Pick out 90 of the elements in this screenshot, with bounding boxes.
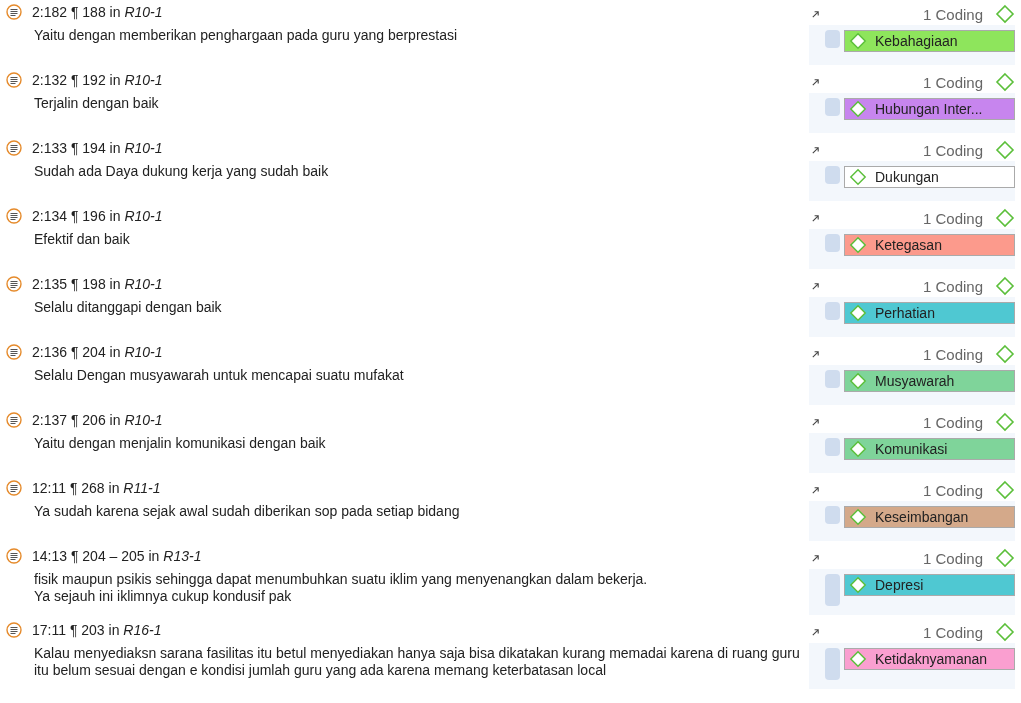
quote-icon <box>6 344 22 360</box>
coding-count: 1 Coding <box>922 141 983 159</box>
code-diamond-icon <box>849 650 867 668</box>
quote-reference[interactable]: 12:11 ¶ 268 in R11-1 <box>32 480 161 496</box>
coding-count: 1 Coding <box>922 549 983 567</box>
expand-arrow-icon[interactable] <box>811 9 820 19</box>
handle[interactable] <box>825 574 840 606</box>
code-name: Kebahagiaan <box>875 33 958 49</box>
coding-count: 1 Coding <box>922 209 983 227</box>
quote-text: Sudah ada Daya dukung kerja yang sudah baik <box>33 163 330 180</box>
code-diamond-icon <box>849 304 867 322</box>
expand-arrow-icon[interactable] <box>811 145 820 155</box>
code-diamond-icon <box>849 576 867 594</box>
quote-icon <box>6 276 22 292</box>
quote-text: Terjalin dengan baik <box>33 95 160 112</box>
code-tag[interactable]: Komunikasi <box>844 438 1015 460</box>
quote-text: Ya sudah karena sejak awal sudah diberikan sop pada setiap bidang <box>33 503 461 520</box>
expand-arrow-icon[interactable] <box>811 417 820 427</box>
quote-text: Selalu ditanggapi dengan baik <box>33 299 223 316</box>
code-name: Perhatian <box>875 305 935 321</box>
code-tag[interactable]: Keseimbangan <box>844 506 1015 528</box>
code-diamond-icon <box>849 440 867 458</box>
expand-arrow-icon[interactable] <box>811 553 820 563</box>
handle[interactable] <box>825 234 840 252</box>
quote-icon <box>6 622 22 638</box>
code-tag[interactable]: Dukungan <box>844 166 1015 188</box>
quote-reference[interactable]: 2:134 ¶ 196 in R10-1 <box>32 208 163 224</box>
quote-icon <box>6 412 22 428</box>
code-diamond-icon <box>849 32 867 50</box>
expand-arrow-icon[interactable] <box>811 485 820 495</box>
quote-text: Yaitu dengan memberikan penghargaan pada guru yang berprestasi <box>33 27 459 44</box>
handle[interactable] <box>825 98 840 116</box>
code-tag[interactable]: Kebahagiaan <box>844 30 1015 52</box>
quote-reference[interactable]: 14:13 ¶ 204 – 205 in R13-1 <box>32 548 202 564</box>
quote-text: Kalau menyediaksn sarana fasilitas itu betul menyediakan hanya saja bisa dikatakan kurang memadai karena di ruang guru itu belum sesuai dengan e kondisi jumlah guru yang ada karena memang keterbatasan local <box>33 645 801 679</box>
handle[interactable] <box>825 30 840 48</box>
quote-text: Selalu Dengan musyawarah untuk mencapai suatu mufakat <box>33 367 405 384</box>
code-diamond-icon <box>849 236 867 254</box>
quote-reference[interactable]: 2:135 ¶ 198 in R10-1 <box>32 276 163 292</box>
code-diamond-icon <box>849 100 867 118</box>
expand-arrow-icon[interactable] <box>811 77 820 87</box>
quote-reference[interactable]: 2:132 ¶ 192 in R10-1 <box>32 72 163 88</box>
expand-arrow-icon[interactable] <box>811 281 820 291</box>
code-name: Ketidaknyamanan <box>875 651 988 667</box>
code-tag[interactable]: Depresi <box>844 574 1015 596</box>
coding-count: 1 Coding <box>922 277 983 295</box>
code-name: Musyawarah <box>875 373 955 389</box>
code-name: Ketegasan <box>875 237 942 253</box>
code-diamond-icon <box>849 372 867 390</box>
quote-icon <box>6 548 22 564</box>
coding-count: 1 Coding <box>922 345 983 363</box>
coding-count: 1 Coding <box>922 481 983 499</box>
handle[interactable] <box>825 438 840 456</box>
coding-count: 1 Coding <box>922 73 983 91</box>
quote-reference[interactable]: 17:11 ¶ 203 in R16-1 <box>32 622 162 638</box>
handle[interactable] <box>825 370 840 388</box>
code-name: Dukungan <box>875 169 939 185</box>
handle[interactable] <box>825 506 840 524</box>
coding-count: 1 Coding <box>922 623 983 641</box>
handle[interactable] <box>825 302 840 320</box>
code-tag[interactable]: Ketidaknyamanan <box>844 648 1015 670</box>
code-name: Komunikasi <box>875 441 948 457</box>
code-name: Keseimbangan <box>875 509 969 525</box>
quote-text: Efektif dan baik <box>33 231 131 248</box>
code-tag[interactable]: Ketegasan <box>844 234 1015 256</box>
expand-arrow-icon[interactable] <box>811 349 820 359</box>
quote-icon <box>6 208 22 224</box>
code-name: Depresi <box>875 577 924 593</box>
quote-reference[interactable]: 2:136 ¶ 204 in R10-1 <box>32 344 163 360</box>
code-diamond-icon <box>849 168 867 186</box>
code-tag[interactable]: Perhatian <box>844 302 1015 324</box>
handle[interactable] <box>825 648 840 680</box>
coding-count: 1 Coding <box>922 413 983 431</box>
quote-text: Yaitu dengan menjalin komunikasi dengan baik <box>33 435 327 452</box>
quote-icon <box>6 480 22 496</box>
code-diamond-icon <box>849 508 867 526</box>
expand-arrow-icon[interactable] <box>811 627 820 637</box>
quote-reference[interactable]: 2:137 ¶ 206 in R10-1 <box>32 412 163 428</box>
quote-icon <box>6 72 22 88</box>
code-tag[interactable]: Hubungan Inter... <box>844 98 1015 120</box>
quote-icon <box>6 4 22 20</box>
expand-arrow-icon[interactable] <box>811 213 820 223</box>
code-tag[interactable]: Musyawarah <box>844 370 1015 392</box>
quote-reference[interactable]: 2:133 ¶ 194 in R10-1 <box>32 140 163 156</box>
code-name: Hubungan Inter... <box>875 101 983 117</box>
quote-icon <box>6 140 22 156</box>
quote-text: fisik maupun psikis sehingga dapat menumbuhkan suatu iklim yang menyenangkan dalam bekerja. Ya sejauh ini iklimnya cukup kondusif pak <box>33 571 649 605</box>
quote-reference[interactable]: 2:182 ¶ 188 in R10-1 <box>32 4 163 20</box>
handle[interactable] <box>825 166 840 184</box>
coding-count: 1 Coding <box>922 5 983 23</box>
